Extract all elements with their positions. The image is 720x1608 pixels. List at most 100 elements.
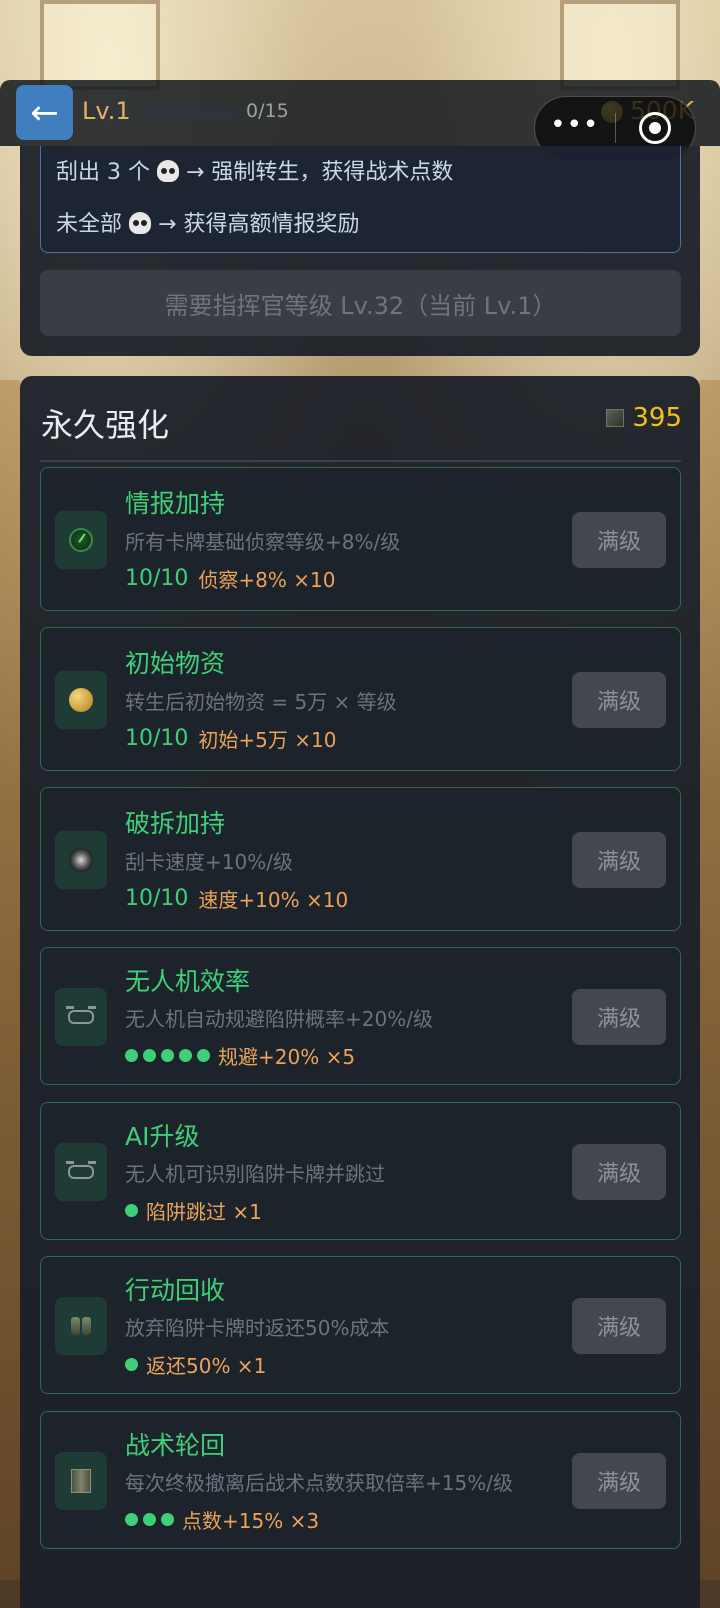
upgrade-effect: 陷阱跳过 ×1 bbox=[146, 1200, 262, 1224]
upgrade-description: 放弃陷阱卡牌时返还50%成本 bbox=[125, 1316, 390, 1340]
upgrade-description: 转生后初始物资 = 5万 × 等级 bbox=[125, 690, 397, 714]
binoculars-icon bbox=[71, 1317, 91, 1335]
level-pip bbox=[125, 1204, 138, 1217]
back-button[interactable]: ← bbox=[16, 85, 73, 140]
upgrade-level: 10/10 bbox=[125, 886, 189, 911]
level-pip bbox=[161, 1049, 174, 1062]
max-level-button[interactable]: 满级 bbox=[572, 1144, 666, 1200]
skull-icon bbox=[156, 160, 179, 182]
radar-icon-tile bbox=[55, 511, 107, 569]
permanent-upgrades-panel: 永久强化 395 情报加持所有卡牌基础侦察等级+8%/级 10/10 侦察+8% ×… bbox=[20, 376, 700, 1608]
upgrade-description: 刮卡速度+10%/级 bbox=[125, 850, 293, 874]
upgrade-card: 初始物资转生后初始物资 = 5万 × 等级 10/10 初始+5万 ×10 满级 bbox=[40, 627, 681, 771]
coin-icon bbox=[69, 688, 93, 712]
tactical-points-icon bbox=[606, 409, 625, 427]
upgrade-title: 情报加持 bbox=[125, 489, 226, 518]
level-pips bbox=[125, 1358, 138, 1371]
book-icon bbox=[71, 1469, 91, 1493]
upgrade-status: 10/10 速度+10% ×10 bbox=[125, 884, 348, 913]
upgrade-status: 陷阱跳过 ×1 bbox=[125, 1196, 262, 1225]
upgrade-effect: 点数+15% ×3 bbox=[182, 1509, 320, 1533]
coin-icon-tile bbox=[55, 671, 107, 729]
upgrade-card: 战术轮回每次终极撤离后战术点数获取倍率+15%/级点数+15% ×3 满级 bbox=[40, 1411, 681, 1549]
rule-line-intel-reward: 未全部 → 获得高额情报奖励 bbox=[56, 206, 359, 238]
tactical-points-display: 395 bbox=[606, 403, 682, 433]
upgrade-card: 破拆加持刮卡速度+10%/级 10/10 速度+10% ×10 满级 bbox=[40, 787, 681, 931]
drone-icon bbox=[66, 1161, 96, 1179]
max-level-button[interactable]: 满级 bbox=[572, 512, 666, 568]
background-window-left bbox=[40, 0, 160, 90]
max-level-button[interactable]: 满级 bbox=[572, 1298, 666, 1354]
upgrade-level: 10/10 bbox=[125, 566, 189, 591]
upgrade-card: AI升级 无人机可识别陷阱卡牌并跳过 陷阱跳过 ×1 满级 bbox=[40, 1102, 681, 1240]
book-icon-tile bbox=[55, 1452, 107, 1510]
arrow-left-icon: ← bbox=[30, 92, 59, 133]
rule-line-1-prefix: 刮出 3 个 bbox=[56, 160, 150, 185]
level-pip bbox=[143, 1513, 156, 1526]
rebirth-requirement-button[interactable]: 需要指挥官等级 Lv.32（当前 Lv.1） bbox=[40, 270, 681, 336]
more-menu-button[interactable]: ••• bbox=[535, 112, 615, 138]
rebirth-rules-box: 刮出 3 个 → 强制转生，获得战术点数 未全部 → 获得高额情报奖励 bbox=[40, 146, 681, 253]
level-pip bbox=[179, 1049, 192, 1062]
level-pip bbox=[125, 1358, 138, 1371]
radar-icon bbox=[69, 528, 93, 552]
upgrade-card: 情报加持所有卡牌基础侦察等级+8%/级 10/10 侦察+8% ×10 满级 bbox=[40, 467, 681, 611]
level-pip bbox=[197, 1049, 210, 1062]
rule-line-2-prefix: 未全部 bbox=[56, 212, 123, 237]
max-level-button[interactable]: 满级 bbox=[572, 832, 666, 888]
drone-icon bbox=[66, 1006, 96, 1024]
upgrade-level: 10/10 bbox=[125, 726, 189, 751]
blast-icon bbox=[69, 848, 93, 872]
level-pip bbox=[143, 1049, 156, 1062]
upgrade-effect: 规避+20% ×5 bbox=[218, 1045, 356, 1069]
upgrade-title: AI升级 bbox=[125, 1122, 200, 1151]
level-pip bbox=[125, 1049, 138, 1062]
max-level-button[interactable]: 满级 bbox=[572, 989, 666, 1045]
upgrade-effect: 速度+10% ×10 bbox=[198, 888, 349, 912]
upgrade-status: 10/10 侦察+8% ×10 bbox=[125, 564, 335, 593]
rebirth-panel: 刮出 3 个 → 强制转生，获得战术点数 未全部 → 获得高额情报奖励 需要指挥… bbox=[20, 146, 700, 356]
binoculars-icon-tile bbox=[55, 1297, 107, 1355]
upgrade-description: 所有卡牌基础侦察等级+8%/级 bbox=[125, 530, 401, 554]
drone-icon-tile bbox=[55, 988, 107, 1046]
level-progress-text: 0/15 bbox=[246, 100, 289, 122]
upgrade-card: 行动回收放弃陷阱卡牌时返还50%成本返还50% ×1 满级 bbox=[40, 1256, 681, 1394]
section-title: 永久强化 bbox=[41, 406, 170, 444]
commander-level-label: Lv.1 bbox=[82, 97, 131, 125]
upgrade-effect: 侦察+8% ×10 bbox=[198, 568, 336, 592]
level-pips bbox=[125, 1513, 174, 1526]
level-pip bbox=[161, 1513, 174, 1526]
drone-icon-tile bbox=[55, 1143, 107, 1201]
background-pillar-right bbox=[700, 380, 720, 1580]
upgrade-title: 破拆加持 bbox=[125, 809, 226, 838]
upgrade-description: 无人机自动规避陷阱概率+20%/级 bbox=[125, 1007, 433, 1031]
upgrade-status: 规避+20% ×5 bbox=[125, 1041, 355, 1070]
target-icon bbox=[639, 112, 672, 144]
skull-icon bbox=[129, 212, 152, 234]
level-progress-bar bbox=[138, 109, 238, 117]
background-pillar-left bbox=[0, 380, 20, 1580]
upgrade-title: 战术轮回 bbox=[125, 1431, 226, 1460]
upgrade-status: 返还50% ×1 bbox=[125, 1350, 266, 1379]
max-level-button[interactable]: 满级 bbox=[572, 1453, 666, 1509]
upgrade-title: 行动回收 bbox=[125, 1276, 226, 1305]
close-mini-program-button[interactable] bbox=[616, 112, 696, 144]
upgrade-effect: 初始+5万 ×10 bbox=[198, 728, 337, 752]
level-pips bbox=[125, 1049, 210, 1062]
rule-line-2-suffix: → 获得高额情报奖励 bbox=[158, 212, 360, 237]
upgrade-status: 点数+15% ×3 bbox=[125, 1505, 319, 1534]
tactical-points-value: 395 bbox=[632, 403, 682, 433]
upgrade-effect: 返还50% ×1 bbox=[146, 1354, 267, 1378]
level-pip bbox=[125, 1513, 138, 1526]
section-divider bbox=[40, 460, 681, 462]
rule-line-forced-rebirth: 刮出 3 个 → 强制转生，获得战术点数 bbox=[56, 154, 453, 186]
upgrade-card: 无人机效率无人机自动规避陷阱概率+20%/级规避+20% ×5 满级 bbox=[40, 947, 681, 1085]
max-level-button[interactable]: 满级 bbox=[572, 672, 666, 728]
level-pips bbox=[125, 1204, 138, 1217]
background-window-right bbox=[560, 0, 680, 90]
blast-icon-tile bbox=[55, 831, 107, 889]
upgrade-description: 每次终极撤离后战术点数获取倍率+15%/级 bbox=[125, 1471, 513, 1495]
upgrade-title: 初始物资 bbox=[125, 649, 226, 678]
upgrade-status: 10/10 初始+5万 ×10 bbox=[125, 724, 336, 753]
upgrade-title: 无人机效率 bbox=[125, 967, 251, 996]
